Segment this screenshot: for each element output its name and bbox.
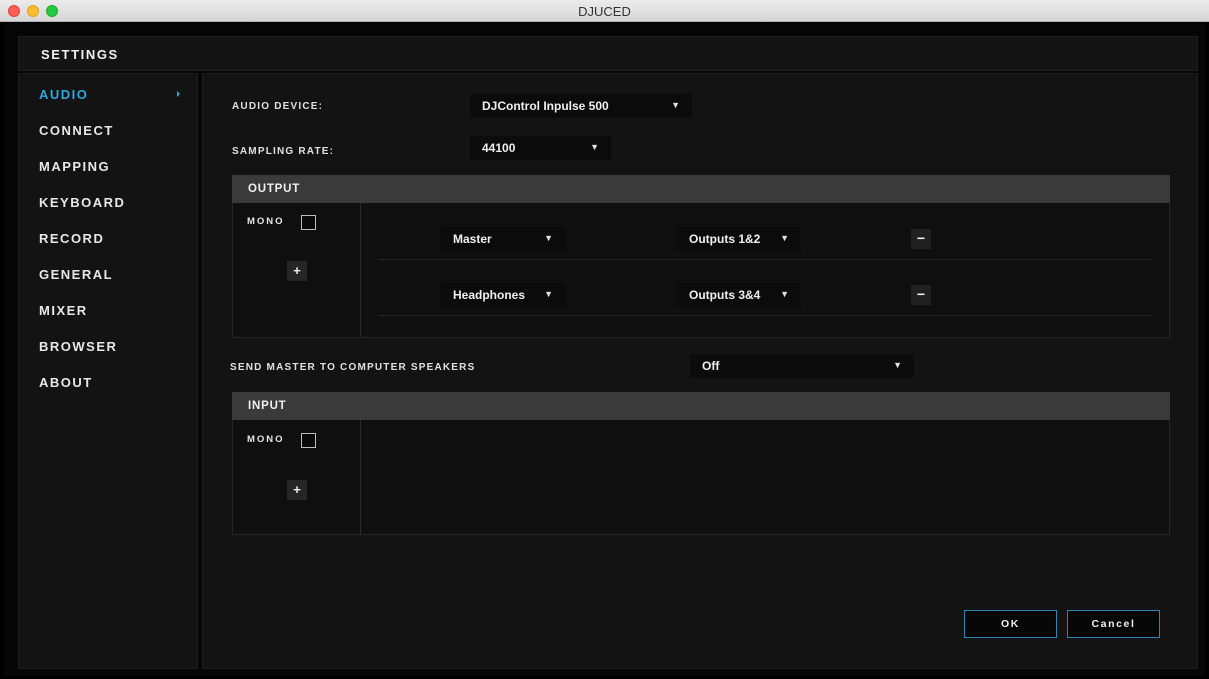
dropdown-value: Outputs 3&4 <box>689 288 761 302</box>
input-section-header: INPUT <box>232 392 1170 420</box>
sidebar-item-mapping[interactable]: MAPPING <box>39 159 189 179</box>
remove-output-button[interactable]: − <box>911 285 931 305</box>
dropdown-value: Headphones <box>453 288 526 302</box>
input-mono-checkbox[interactable] <box>301 433 316 448</box>
sidebar-item-label: AUDIO <box>39 87 89 102</box>
output-route-dropdown[interactable]: Outputs 1&2 ▼ <box>677 227 801 251</box>
input-section-title: INPUT <box>248 400 287 412</box>
send-master-label: SEND MASTER TO COMPUTER SPEAKERS <box>230 362 476 373</box>
sidebar-item-audio[interactable]: AUDIO <box>39 87 189 107</box>
input-mono-label: MONO <box>247 434 285 445</box>
dropdown-value: Off <box>702 359 720 373</box>
add-output-button[interactable]: + <box>287 261 307 281</box>
dropdown-arrow-icon: ▼ <box>544 289 553 299</box>
remove-output-button[interactable]: − <box>911 229 931 249</box>
chevron-right-icon <box>177 91 180 97</box>
sidebar-item-label: KEYBOARD <box>39 195 126 210</box>
output-route-dropdown[interactable]: Outputs 3&4 ▼ <box>677 283 801 307</box>
panel-divider <box>360 420 361 534</box>
output-channel-dropdown[interactable]: Headphones ▼ <box>441 283 565 307</box>
sidebar-item-general[interactable]: GENERAL <box>39 267 189 287</box>
output-channel-dropdown[interactable]: Master ▼ <box>441 227 565 251</box>
output-section-header: OUTPUT <box>232 175 1170 203</box>
dropdown-arrow-icon: ▼ <box>780 233 789 243</box>
sidebar-item-browser[interactable]: BROWSER <box>39 339 189 359</box>
output-panel: MONO + Master ▼ Outputs 1&2 ▼ − Headphon… <box>232 203 1170 338</box>
app-window: SETTINGS AUDIO CONNECT MAPPING KEYBOARD … <box>4 23 1205 676</box>
sidebar-item-label: GENERAL <box>39 267 114 282</box>
row-divider <box>379 315 1151 316</box>
dropdown-value: DJControl Inpulse 500 <box>482 99 609 113</box>
sampling-rate-dropdown[interactable]: 44100 ▼ <box>470 136 611 160</box>
send-master-dropdown[interactable]: Off ▼ <box>690 354 914 378</box>
settings-header: SETTINGS <box>18 36 1198 71</box>
sidebar-item-label: CONNECT <box>39 123 114 138</box>
panel-divider <box>360 203 361 337</box>
audio-settings-panel: AUDIO DEVICE: DJControl Inpulse 500 ▼ SA… <box>202 73 1198 669</box>
sidebar-item-label: RECORD <box>39 231 105 246</box>
window-titlebar: DJUCED <box>0 0 1209 22</box>
sidebar-item-mixer[interactable]: MIXER <box>39 303 189 323</box>
dropdown-value: Outputs 1&2 <box>689 232 761 246</box>
sidebar-item-keyboard[interactable]: KEYBOARD <box>39 195 189 215</box>
audio-device-label: AUDIO DEVICE: <box>232 101 324 112</box>
output-mono-label: MONO <box>247 216 285 227</box>
dropdown-value: 44100 <box>482 141 516 155</box>
output-mono-checkbox[interactable] <box>301 215 316 230</box>
dropdown-arrow-icon: ▼ <box>671 100 680 110</box>
dropdown-arrow-icon: ▼ <box>544 233 553 243</box>
dropdown-value: Master <box>453 232 492 246</box>
sidebar-item-label: MIXER <box>39 303 88 318</box>
row-divider <box>379 259 1151 260</box>
page-title: SETTINGS <box>41 47 119 62</box>
sidebar-item-connect[interactable]: CONNECT <box>39 123 189 143</box>
audio-device-dropdown[interactable]: DJControl Inpulse 500 ▼ <box>470 94 692 118</box>
ok-button[interactable]: OK <box>964 610 1057 638</box>
sidebar-item-record[interactable]: RECORD <box>39 231 189 251</box>
sidebar-item-label: ABOUT <box>39 375 93 390</box>
window-title: DJUCED <box>578 4 631 19</box>
settings-sidebar: AUDIO CONNECT MAPPING KEYBOARD RECORD GE… <box>18 73 198 669</box>
input-panel: MONO + <box>232 420 1170 535</box>
add-input-button[interactable]: + <box>287 480 307 500</box>
sidebar-item-about[interactable]: ABOUT <box>39 375 189 395</box>
dropdown-arrow-icon: ▼ <box>780 289 789 299</box>
output-section-title: OUTPUT <box>248 183 301 195</box>
sampling-rate-label: SAMPLING RATE: <box>232 146 335 157</box>
dropdown-arrow-icon: ▼ <box>893 360 902 370</box>
dropdown-arrow-icon: ▼ <box>590 142 599 152</box>
sidebar-item-label: MAPPING <box>39 159 111 174</box>
sidebar-item-label: BROWSER <box>39 339 118 354</box>
cancel-button[interactable]: Cancel <box>1067 610 1160 638</box>
